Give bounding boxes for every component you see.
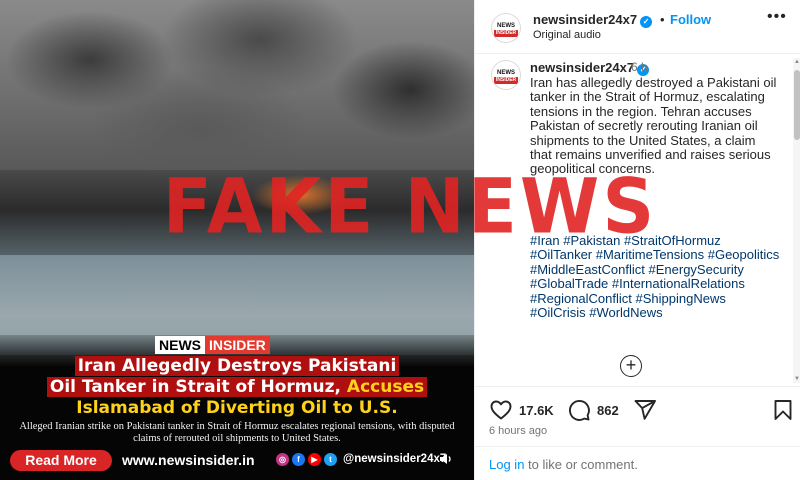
actions-divider <box>475 386 800 387</box>
avatar-insider-text: INSIDER <box>494 30 518 37</box>
logo-insider-text: INSIDER <box>205 336 270 354</box>
add-comment-icon[interactable]: + <box>620 355 642 377</box>
scrollbar-thumb[interactable] <box>794 70 800 140</box>
read-more-button: Read More <box>10 450 112 471</box>
login-link[interactable]: Log in <box>489 457 524 472</box>
verified-badge-icon: ✓ <box>640 16 653 28</box>
avatar-news-text: NEWS <box>494 23 518 30</box>
comment-avatar-news-text: NEWS <box>494 70 518 77</box>
separator-dot: • <box>660 12 665 27</box>
scrollbar[interactable]: ▲ ▼ <box>793 58 800 383</box>
speaker-icon[interactable] <box>438 451 454 467</box>
save-bookmark-icon[interactable] <box>771 398 795 422</box>
like-count[interactable]: 17.6K <box>519 403 554 418</box>
comment-avatar-insider-text: INSIDER <box>494 77 518 84</box>
headline-line-3: Islamabad of Diverting Oil to U.S. <box>76 398 398 418</box>
media-subcaption: Alleged Iranian strike on Pakistani tank… <box>19 421 455 444</box>
follow-button[interactable]: Follow <box>670 12 711 27</box>
social-handle: @newsinsider24x7 <box>343 453 447 465</box>
media-headline: Iran Allegedly Destroys Pakistani Oil Ta… <box>8 356 466 419</box>
speaker-icon-glyph <box>440 454 451 464</box>
footer-divider <box>475 446 800 447</box>
site-url: www.newsinsider.in <box>122 452 255 468</box>
comment-bubble-icon[interactable] <box>567 398 591 422</box>
headline-line-2-text: Oil Tanker in Strait of Hormuz, <box>49 377 341 397</box>
post-timestamp[interactable]: 6 hours ago <box>489 425 547 437</box>
youtube-icon: ▶ <box>308 453 321 466</box>
audio-label[interactable]: Original audio <box>533 29 601 41</box>
post-hashtags[interactable]: #Iran #Pakistan #StraitOfHormuz #OilTank… <box>530 233 780 320</box>
scroll-down-arrow-icon[interactable]: ▼ <box>794 375 800 383</box>
like-heart-icon[interactable] <box>489 398 513 422</box>
news-insider-logo: NEWS INSIDER <box>155 336 270 354</box>
comment-avatar[interactable]: NEWS INSIDER <box>491 60 521 90</box>
instagram-icon: ◎ <box>276 453 289 466</box>
twitter-icon: t <box>324 453 337 466</box>
caption-author-name[interactable]: newsinsider24x7 <box>530 60 634 75</box>
headline-line-2: Oil Tanker in Strait of Hormuz, Accuses <box>46 377 428 397</box>
more-options-icon[interactable]: ••• <box>767 8 787 26</box>
headline-accent-text: Accuses <box>346 377 425 397</box>
share-send-icon[interactable] <box>633 398 657 422</box>
burning-tanker-image-region <box>0 170 474 260</box>
post-caption: Iran has allegedly destroyed a Pakistani… <box>530 75 777 177</box>
post-author-name[interactable]: newsinsider24x7 <box>533 12 637 27</box>
avatar[interactable]: NEWS INSIDER <box>491 13 521 43</box>
post-side-panel: NEWS INSIDER newsinsider24x7 ✓ • Follow O… <box>474 0 800 480</box>
login-prompt: Log in to like or comment. <box>489 457 638 472</box>
facebook-icon: f <box>292 453 305 466</box>
post-author[interactable]: newsinsider24x7 ✓ <box>533 12 653 28</box>
comment-count[interactable]: 862 <box>597 403 619 418</box>
caption-time[interactable]: 6 h <box>631 60 648 74</box>
social-icons: ◎ f ▶ t <box>276 453 337 466</box>
logo-news-text: NEWS <box>155 336 205 354</box>
post-media[interactable]: NEWS INSIDER Iran Allegedly Destroys Pak… <box>0 0 474 480</box>
header-divider <box>475 53 800 54</box>
login-prompt-rest: to like or comment. <box>524 457 638 472</box>
scroll-up-arrow-icon[interactable]: ▲ <box>794 58 800 66</box>
headline-line-1: Iran Allegedly Destroys Pakistani <box>74 356 400 376</box>
